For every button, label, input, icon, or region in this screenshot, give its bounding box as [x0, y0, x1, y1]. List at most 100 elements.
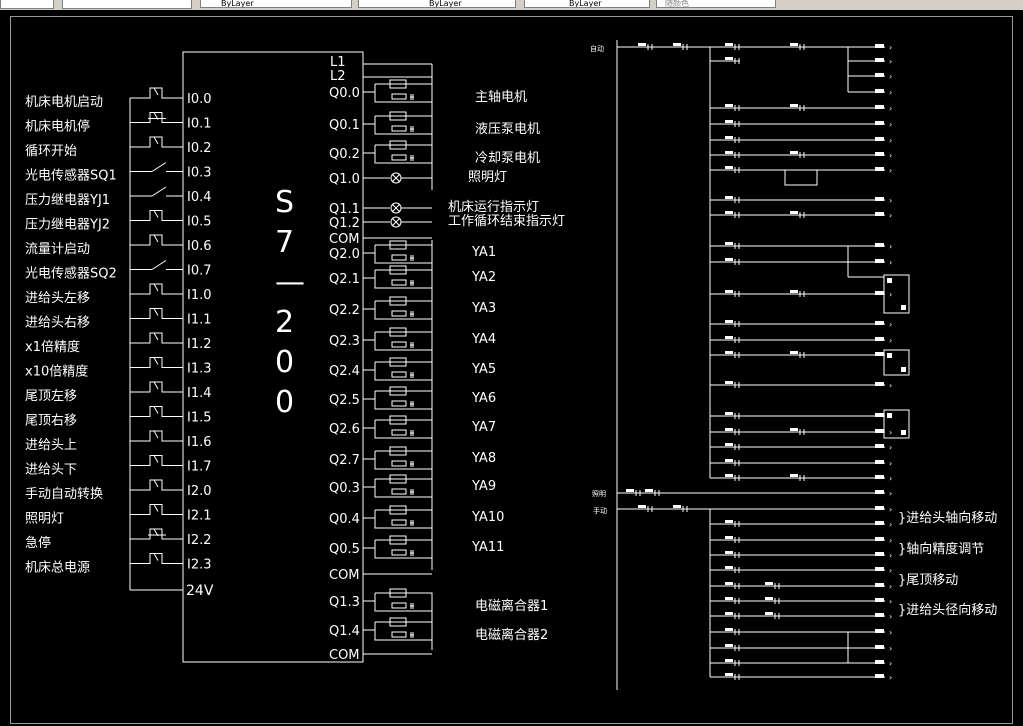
- svg-text:›: ›: [889, 659, 892, 668]
- svg-text:›: ›: [889, 151, 892, 160]
- output-row: Q2.5 YA6: [329, 386, 496, 410]
- input-row: 机床电机启动 I0.0: [25, 87, 212, 110]
- svg-text:›: ›: [889, 582, 892, 591]
- svg-text:›: ›: [889, 644, 892, 653]
- svg-text:›: ›: [889, 320, 892, 329]
- output-address: Q1.1: [329, 202, 360, 217]
- input-label: 进给头左移: [25, 291, 90, 306]
- ladder-group-label: }进给头径向移动: [898, 602, 997, 618]
- svg-text:›: ›: [889, 459, 892, 468]
- input-label: 急停: [25, 535, 51, 551]
- output-row: COM: [329, 648, 432, 663]
- output-row: Q2.2 YA3: [329, 296, 496, 320]
- input-label: 照明灯: [25, 512, 64, 527]
- input-row: 尾顶右移 I1.5: [25, 406, 212, 429]
- output-load-label: 冷却泵电机: [475, 151, 540, 166]
- output-row: Q1.0 照明灯: [329, 170, 507, 187]
- input-row: 流量计启动 I0.6: [25, 234, 212, 257]
- input-address: I2.3: [187, 558, 212, 573]
- input-label: 进给头右移: [25, 316, 90, 331]
- output-address: Q1.4: [329, 624, 360, 639]
- plc-model-char: 0: [275, 385, 294, 420]
- ladder-group-label: }轴向精度调节: [898, 541, 984, 557]
- input-row: 进给头左移 I1.0: [25, 283, 212, 306]
- svg-text:›: ›: [889, 166, 892, 175]
- output-load-label: 主轴电机: [475, 90, 527, 105]
- input-wiring: 机床电机启动 I0.0 机床电机停 I0.1 循环开始 I0.2 光电传感器SQ1 I0.3 压…: [25, 87, 212, 576]
- svg-text:›: ›: [889, 520, 892, 529]
- input-address: I1.5: [187, 411, 212, 426]
- input-address: I0.1: [187, 117, 212, 132]
- svg-text:›: ›: [889, 628, 892, 637]
- output-load-label: 工作循环结束指示灯: [448, 214, 565, 229]
- input-row: 进给头下 I1.7: [25, 455, 212, 478]
- output-load-label: YA3: [471, 301, 496, 316]
- input-row: 进给头右移 I1.1: [25, 308, 212, 331]
- output-load-label: 照明灯: [468, 170, 507, 185]
- plc-model-char: S: [275, 185, 294, 220]
- input-label: 流量计启动: [25, 242, 90, 257]
- output-address: Q2.3: [329, 334, 360, 349]
- output-address: COM: [329, 568, 360, 583]
- ladder-group-label: }尾顶移动: [898, 573, 958, 588]
- output-load-label: YA2: [471, 270, 496, 285]
- input-address: I0.0: [187, 92, 212, 107]
- input-row: 压力继电器YJ2 I0.5: [25, 210, 212, 233]
- input-label: 手动自动转换: [25, 487, 103, 502]
- input-address: I0.5: [187, 215, 212, 230]
- output-row: Q0.3 YA9: [329, 474, 496, 498]
- ladder-group-label: }进给头轴向移动: [898, 510, 997, 526]
- output-load-label: 机床运行指示灯: [448, 200, 539, 215]
- input-address: I2.0: [187, 484, 212, 499]
- input-address: I1.0: [187, 288, 212, 303]
- output-row: Q2.6 YA7: [329, 415, 496, 439]
- output-load-label: 电磁离合器1: [475, 598, 548, 614]
- input-address: I2.2: [187, 533, 212, 548]
- output-address: Q0.4: [329, 512, 360, 527]
- output-row: Q2.1 YA2: [329, 265, 496, 289]
- input-row: 光电传感器SQ1 I0.3: [25, 162, 212, 184]
- supply-24v-label: 24V: [186, 583, 214, 599]
- input-address: I0.7: [187, 264, 212, 279]
- svg-text:›: ›: [889, 612, 892, 621]
- power-l1-label: L1: [330, 55, 346, 70]
- output-load-label: YA4: [471, 332, 496, 347]
- input-row: x1倍精度 I1.2: [25, 332, 212, 355]
- output-address: Q1.0: [329, 172, 360, 187]
- plc-model-label: S 7 — 2 0 0: [275, 185, 305, 420]
- output-load-label: YA10: [471, 510, 504, 525]
- output-row: Q1.4 电磁离合器2: [329, 617, 548, 643]
- output-row: COM: [329, 568, 432, 583]
- output-row: Q1.2 工作循环结束指示灯: [329, 214, 565, 231]
- output-address: Q2.1: [329, 272, 360, 287]
- ladder-light-label: 照明: [592, 490, 606, 498]
- output-row: Q0.5 YA11: [329, 535, 504, 559]
- output-row: Q0.2 冷却泵电机: [329, 140, 540, 166]
- input-address: I0.3: [187, 166, 212, 181]
- output-row: Q1.3 电磁离合器1: [329, 588, 548, 614]
- output-address: Q2.6: [329, 422, 360, 437]
- output-address: Q2.0: [329, 247, 360, 262]
- svg-text:›: ›: [889, 290, 892, 299]
- input-row: 机床电机停 I0.1: [25, 112, 212, 135]
- input-address: I1.7: [187, 460, 212, 475]
- input-label: 光电传感器SQ1: [25, 168, 117, 184]
- svg-text:›: ›: [889, 258, 892, 267]
- input-row: 进给头上 I1.6: [25, 430, 212, 453]
- input-row: 循环开始 I0.2: [25, 136, 212, 159]
- input-label: 压力继电器YJ1: [25, 193, 110, 208]
- power-l2-label: L2: [330, 69, 346, 84]
- output-address: Q0.3: [329, 481, 360, 496]
- output-load-label: YA6: [471, 391, 496, 406]
- output-address: Q2.4: [329, 364, 360, 379]
- svg-text:›: ›: [889, 443, 892, 452]
- input-address: I1.6: [187, 435, 212, 450]
- plc-model-char: 2: [275, 305, 294, 340]
- input-address: I1.1: [187, 313, 212, 328]
- input-address: I1.2: [187, 337, 212, 352]
- ladder-auto-label: 自动: [590, 44, 604, 53]
- ladder-manual-label: 手动: [593, 506, 607, 515]
- output-address: Q2.7: [329, 453, 360, 468]
- plc-wiring-diagram: S 7 — 2 0 0 24V 机床电机启动 I0.0 机床电机停 I0.1 循环开始 I0.2 光电…: [25, 40, 997, 690]
- input-label: 光电传感器SQ2: [25, 266, 117, 282]
